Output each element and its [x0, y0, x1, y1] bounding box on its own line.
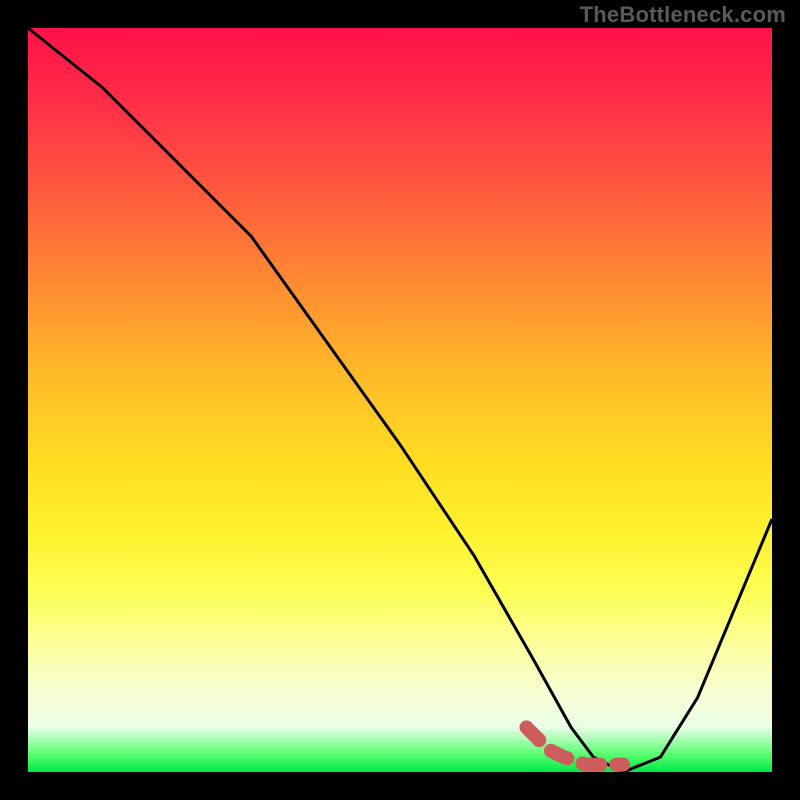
watermark-text: TheBottleneck.com [580, 2, 786, 28]
optimal-dash-marker [28, 28, 772, 772]
chart-frame: TheBottleneck.com [0, 0, 800, 800]
plot-area [28, 28, 772, 772]
